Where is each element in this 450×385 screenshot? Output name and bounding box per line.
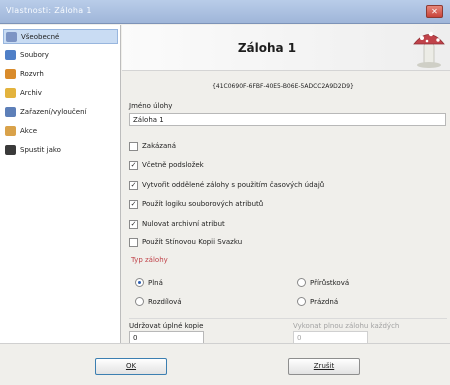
dialog-footer: OK Zrušit <box>0 343 450 385</box>
reset-archive-checkbox-row[interactable]: ✓ Nulovat archivní atribut <box>129 219 429 231</box>
full-backup-label: Plná <box>148 279 163 287</box>
sidebar-item-label: Spustit jako <box>20 146 61 154</box>
sidebar-item-include-exclude[interactable]: Zařazení/vyloučení <box>3 105 118 120</box>
sidebar-item-label: Zařazení/vyloučení <box>20 108 87 116</box>
file-attributes-checkbox[interactable]: ✓ <box>129 200 138 209</box>
timestamped-backups-checkbox[interactable]: ✓ <box>129 181 138 190</box>
calendar-icon <box>5 69 16 79</box>
backup-type-label: Typ zálohy <box>131 256 168 264</box>
sidebar-item-files[interactable]: Soubory <box>3 48 118 63</box>
sidebar-item-schedule[interactable]: Rozvrh <box>3 67 118 82</box>
title-bar: Vlastnosti: Záloha 1 ✕ <box>0 0 450 24</box>
include-subfolders-label: Včetně podsložek <box>142 161 204 169</box>
timestamped-backups-checkbox-row[interactable]: ✓ Vytvořit oddělené zálohy s použitím ča… <box>129 180 429 192</box>
filter-icon <box>5 107 16 117</box>
shadow-copy-label: Použít Stínovou Kopii Svazku <box>142 238 243 246</box>
close-button[interactable]: ✕ <box>426 5 443 18</box>
keep-full-label: Udržovat úplné kopie <box>129 322 204 330</box>
page-header: Záloha 1 <box>122 25 450 71</box>
window-title: Vlastnosti: Záloha 1 <box>6 6 92 15</box>
differential-backup-label: Rozdílová <box>148 298 182 306</box>
disabled-checkbox-label: Zakázaná <box>142 142 176 150</box>
ok-button[interactable]: OK <box>95 358 167 375</box>
task-name-input[interactable]: Záloha 1 <box>129 113 446 126</box>
empty-backup-radio[interactable] <box>297 297 306 306</box>
empty-backup-label: Prázdná <box>310 298 339 306</box>
user-icon <box>5 145 16 155</box>
sidebar-item-label: Rozvrh <box>20 70 44 78</box>
include-subfolders-checkbox-row[interactable]: ✓ Včetně podsložek <box>129 160 429 172</box>
sidebar-item-archive[interactable]: Archiv <box>3 86 118 101</box>
cancel-button[interactable]: Zrušit <box>288 358 360 375</box>
sidebar-item-label: Soubory <box>20 51 49 59</box>
incremental-backup-radio[interactable] <box>297 278 306 287</box>
shadow-copy-checkbox-row[interactable]: Použít Stínovou Kopii Svazku <box>129 237 429 249</box>
differential-backup-radio[interactable] <box>135 297 144 306</box>
task-name-label: Jméno úlohy <box>129 102 173 110</box>
sidebar-item-label: Všeobecné <box>21 33 60 41</box>
sidebar: Všeobecné Soubory Rozvrh Archiv Zařazení… <box>0 25 121 343</box>
files-icon <box>5 50 16 60</box>
task-guid: {41C0690F-6FBF-40E5-B06E-5ADCC2A9D2D9} <box>212 83 354 90</box>
disabled-checkbox[interactable] <box>129 142 138 151</box>
reset-archive-checkbox[interactable]: ✓ <box>129 220 138 229</box>
ok-button-label: OK <box>125 362 137 370</box>
sidebar-item-label: Akce <box>20 127 37 135</box>
properties-dialog: Vlastnosti: Záloha 1 ✕ Všeobecné Soubory… <box>0 0 450 385</box>
full-every-label: Vykonat plnou zálohu každých <box>293 322 400 330</box>
sidebar-item-general[interactable]: Všeobecné <box>3 29 118 44</box>
page-title: Záloha 1 <box>237 41 297 55</box>
incremental-backup-label: Přírůstková <box>310 279 350 287</box>
full-backup-radio[interactable] <box>135 278 144 287</box>
clipboard-icon <box>6 32 17 42</box>
file-attributes-checkbox-row[interactable]: ✓ Použít logiku souborových atributů <box>129 199 429 211</box>
close-icon: ✕ <box>431 7 438 16</box>
actions-icon <box>5 126 16 136</box>
archive-icon <box>5 88 16 98</box>
file-attributes-label: Použít logiku souborových atributů <box>142 200 264 208</box>
sidebar-item-actions[interactable]: Akce <box>3 124 118 139</box>
mushroom-icon <box>413 31 445 68</box>
group-divider <box>129 318 447 319</box>
sidebar-item-label: Archiv <box>20 89 42 97</box>
timestamped-backups-label: Vytvořit oddělené zálohy s použitím časo… <box>142 181 325 189</box>
disabled-checkbox-row[interactable]: Zakázaná <box>129 141 429 153</box>
sidebar-item-run-as[interactable]: Spustit jako <box>3 143 118 158</box>
shadow-copy-checkbox[interactable] <box>129 238 138 247</box>
cancel-button-label: Zrušit <box>313 362 335 370</box>
include-subfolders-checkbox[interactable]: ✓ <box>129 161 138 170</box>
reset-archive-label: Nulovat archivní atribut <box>142 220 225 228</box>
